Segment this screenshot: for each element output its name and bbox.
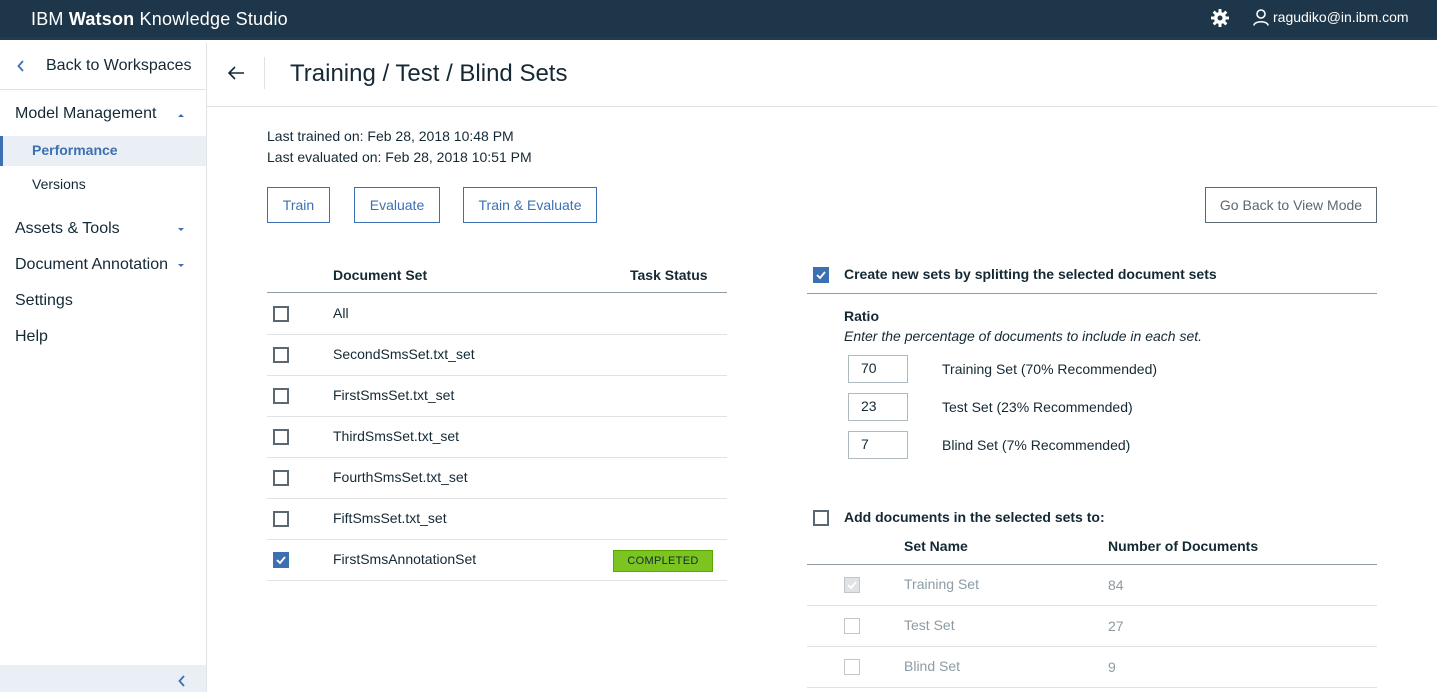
evaluate-button[interactable]: Evaluate: [354, 187, 440, 223]
column-header-set-name: Set Name: [904, 538, 968, 554]
sidebar-item-help[interactable]: Help: [15, 328, 48, 346]
top-bar: IBM Watson Knowledge Studio ragudiko@in.…: [0, 0, 1437, 40]
row-divider: [267, 457, 727, 458]
last-evaluated-text: Last evaluated on: Feb 28, 2018 10:51 PM: [267, 149, 532, 165]
row-divider: [267, 334, 727, 335]
checkmark-icon: [816, 271, 826, 280]
train-button[interactable]: Train: [267, 187, 330, 223]
table-row: Training Set: [904, 576, 979, 592]
sidebar-item-performance[interactable]: Performance: [0, 136, 206, 166]
row-checkbox[interactable]: [273, 429, 289, 445]
row-divider: [267, 416, 727, 417]
row-checkbox[interactable]: [273, 347, 289, 363]
row-checkbox[interactable]: [273, 388, 289, 404]
table-row: Test Set: [904, 617, 955, 633]
sidebar-item-document-annotation[interactable]: Document Annotation: [15, 256, 168, 274]
test-set-checkbox[interactable]: [844, 618, 860, 634]
document-count: 9: [1108, 659, 1116, 675]
checkmark-icon: [276, 556, 286, 565]
sidebar: Back to Workspaces Model Management Perf…: [0, 43, 207, 692]
row-divider: [267, 375, 727, 376]
back-to-workspaces-label: Back to Workspaces: [46, 57, 192, 74]
user-icon[interactable]: [1253, 9, 1269, 26]
blind-set-checkbox[interactable]: [844, 659, 860, 675]
sidebar-item-assets-tools[interactable]: Assets & Tools: [15, 220, 120, 238]
split-checkbox[interactable]: [813, 267, 829, 283]
row-checkbox[interactable]: [273, 470, 289, 486]
sidebar-collapse-button[interactable]: [0, 665, 206, 692]
split-divider: [807, 293, 1377, 294]
table-header-divider: [267, 292, 727, 293]
row-checkbox[interactable]: [273, 511, 289, 527]
document-count: 84: [1108, 577, 1124, 593]
checkmark-icon: [847, 581, 857, 590]
add-documents-checkbox[interactable]: [813, 510, 829, 526]
caret-down-icon[interactable]: [177, 227, 185, 233]
caret-up-icon[interactable]: [177, 112, 185, 118]
sidebar-item-settings[interactable]: Settings: [15, 292, 73, 310]
row-divider: [807, 605, 1377, 606]
row-divider: [267, 539, 727, 540]
column-header-document-set: Document Set: [333, 267, 428, 283]
table-row: FiftSmsSet.txt_set: [333, 510, 447, 526]
row-divider: [267, 580, 727, 581]
chevron-left-icon: [178, 675, 185, 687]
table-row: FirstSmsSet.txt_set: [333, 387, 455, 403]
training-set-checkbox[interactable]: [844, 577, 860, 593]
back-to-workspaces-link[interactable]: Back to Workspaces: [0, 43, 206, 90]
row-divider: [267, 498, 727, 499]
caret-down-icon[interactable]: [177, 263, 185, 269]
brand-suffix: Knowledge Studio: [139, 9, 288, 29]
table-row: ThirdSmsSet.txt_set: [333, 428, 460, 444]
row-divider: [807, 646, 1377, 647]
header-divider: [264, 57, 265, 89]
sidebar-item-model-management[interactable]: Model Management: [15, 105, 156, 123]
last-trained-text: Last trained on: Feb 28, 2018 10:48 PM: [267, 128, 514, 144]
document-count: 27: [1108, 618, 1124, 634]
train-evaluate-button[interactable]: Train & Evaluate: [463, 187, 597, 223]
chevron-left-icon: [17, 60, 24, 72]
ratio-title: Ratio: [844, 308, 879, 324]
column-header-task-status: Task Status: [630, 267, 708, 283]
user-email[interactable]: ragudiko@in.ibm.com: [1273, 9, 1409, 25]
add-documents-label: Add documents in the selected sets to:: [844, 509, 1105, 525]
table-row: Blind Set: [904, 658, 961, 674]
row-divider: [807, 687, 1377, 688]
table-row: SecondSmsSet.txt_set: [333, 346, 475, 362]
column-header-number-of-documents: Number of Documents: [1108, 538, 1259, 554]
ratio-hint: Enter the percentage of documents to inc…: [844, 328, 1203, 344]
gear-icon[interactable]: [1210, 8, 1230, 28]
test-ratio-label: Test Set (23% Recommended): [942, 399, 1133, 415]
training-ratio-input[interactable]: 70: [848, 355, 908, 383]
go-back-to-view-mode-button[interactable]: Go Back to View Mode: [1205, 187, 1377, 223]
test-ratio-input[interactable]: 23: [848, 393, 908, 421]
split-label: Create new sets by splitting the selecte…: [844, 266, 1217, 282]
app-brand[interactable]: IBM Watson Knowledge Studio: [31, 9, 288, 30]
brand-bold: Watson: [68, 9, 135, 29]
row-checkbox-all[interactable]: [273, 306, 289, 322]
page-header: Training / Test / Blind Sets: [207, 43, 1437, 107]
blind-ratio-label: Blind Set (7% Recommended): [942, 437, 1131, 453]
row-checkbox-checked[interactable]: [273, 552, 289, 568]
table-row: FourthSmsSet.txt_set: [333, 469, 468, 485]
brand-prefix: IBM: [31, 9, 64, 29]
page-title: Training / Test / Blind Sets: [290, 60, 568, 87]
sidebar-item-versions[interactable]: Versions: [32, 176, 86, 192]
blind-ratio-input[interactable]: 7: [848, 431, 908, 459]
arrow-left-icon[interactable]: [227, 65, 245, 81]
table-row: FirstSmsAnnotationSet: [333, 551, 477, 567]
table-row: All: [333, 305, 349, 321]
performance-label: Performance: [32, 142, 118, 158]
status-badge: COMPLETED: [613, 550, 713, 572]
add-docs-header-divider: [807, 564, 1377, 565]
training-ratio-label: Training Set (70% Recommended): [942, 361, 1158, 377]
